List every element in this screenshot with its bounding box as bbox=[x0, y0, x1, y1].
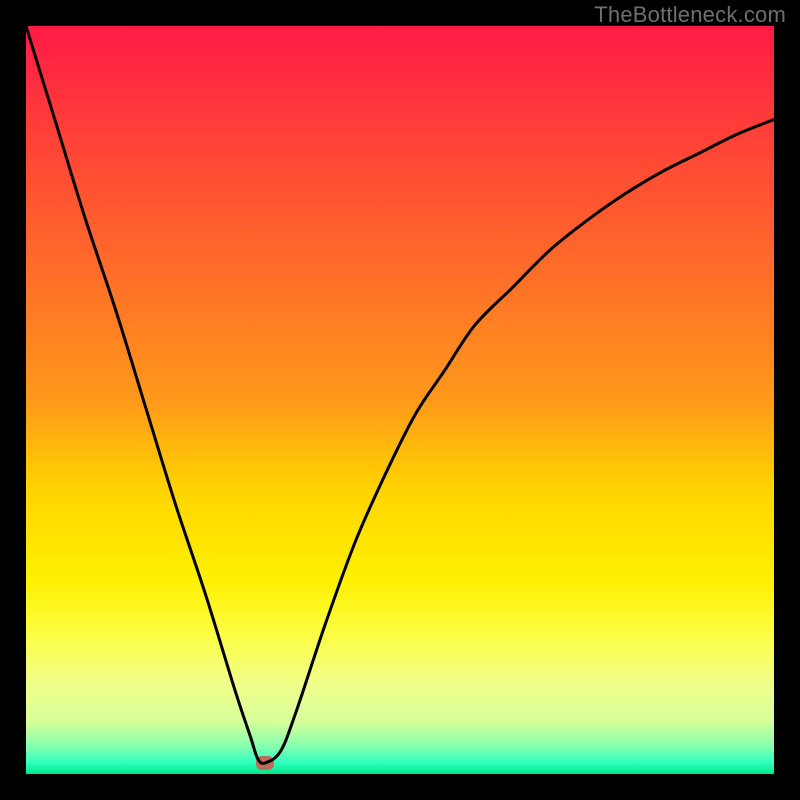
bottleneck-curve bbox=[26, 26, 774, 774]
watermark-text: TheBottleneck.com bbox=[594, 2, 786, 28]
plot-area bbox=[26, 26, 774, 774]
outer-frame: TheBottleneck.com bbox=[0, 0, 800, 800]
